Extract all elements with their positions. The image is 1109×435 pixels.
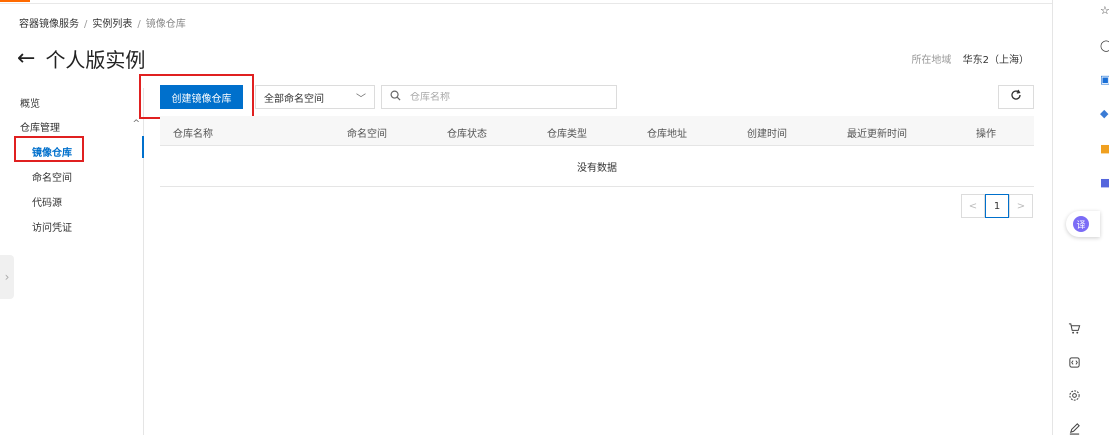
star-icon[interactable]: ☆ — [1100, 3, 1109, 17]
code-icon[interactable] — [1064, 352, 1084, 372]
breadcrumb-item[interactable]: 实例列表 — [92, 19, 132, 30]
pagination: < 1 > — [961, 194, 1033, 218]
sidebar-group-repo-mgmt[interactable]: 仓库管理 ^ — [20, 119, 140, 134]
back-arrow-icon[interactable]: ← — [17, 47, 35, 70]
app-icon[interactable]: ▣ — [1100, 72, 1109, 86]
table-empty-row: 没有数据 — [160, 146, 1034, 187]
sidebar: 概览 仓库管理 ^ 镜像仓库 命名空间 代码源 访问凭证 — [0, 88, 144, 435]
translate-button[interactable]: 译 — [1066, 211, 1100, 237]
page-header: ← 个人版实例 — [17, 44, 145, 73]
table-header: 仓库名称 命名空间 仓库状态 仓库类型 仓库地址 创建时间 最近更新时间 操作 — [160, 116, 1034, 146]
sidebar-item-namespace[interactable]: 命名空间 — [32, 169, 72, 184]
refresh-icon — [1010, 89, 1022, 105]
gear-icon[interactable] — [1064, 385, 1084, 405]
circle-icon[interactable]: ◯ — [1100, 38, 1109, 52]
empty-text: 没有数据 — [577, 162, 617, 174]
page-title: 个人版实例 — [45, 48, 146, 72]
next-page-button[interactable]: > — [1009, 194, 1033, 218]
region-label: 所在地域 — [911, 55, 952, 66]
edit-icon[interactable] — [1064, 418, 1084, 435]
column-header: 仓库状态 — [447, 129, 487, 140]
cart-icon[interactable] — [1064, 318, 1084, 338]
column-header: 最近更新时间 — [847, 129, 907, 140]
plugin-icon[interactable]: ◆ — [1100, 106, 1109, 120]
sidebar-item-label: 访问凭证 — [32, 223, 72, 234]
chevron-up-icon: ^ — [132, 119, 140, 129]
chevron-right-icon: > — [1016, 200, 1026, 212]
region-value: 华东2（上海） — [962, 55, 1029, 66]
column-header: 创建时间 — [747, 129, 787, 140]
chevron-right-icon: › — [4, 270, 10, 284]
sidebar-item-label: 命名空间 — [32, 173, 72, 184]
prev-page-button[interactable]: < — [961, 194, 985, 218]
search-input[interactable] — [410, 91, 590, 103]
search-box[interactable] — [381, 85, 617, 109]
translate-icon: 译 — [1073, 216, 1089, 232]
namespace-select-value: 全部命名空间 — [264, 93, 324, 105]
highlight-box — [14, 136, 84, 162]
chevron-left-icon: < — [968, 200, 978, 212]
breadcrumb-item[interactable]: 容器镜像服务 — [19, 19, 79, 30]
refresh-button[interactable] — [998, 85, 1034, 109]
column-header: 仓库类型 — [547, 129, 587, 140]
breadcrumb-current: 镜像仓库 — [145, 19, 186, 30]
highlight-box — [139, 74, 254, 119]
column-header: 操作 — [976, 129, 996, 140]
column-header: 仓库名称 — [173, 129, 213, 140]
top-border — [0, 0, 1052, 4]
brand-accent — [0, 0, 30, 2]
breadcrumb-separator: / — [84, 19, 88, 30]
region-info: 所在地域 华东2（上海） — [911, 51, 1029, 66]
sidebar-item-overview[interactable]: 概览 — [20, 95, 40, 110]
chevron-down-icon: ﹀ — [356, 93, 366, 105]
page-number-button[interactable]: 1 — [985, 194, 1009, 218]
bookmark-icon[interactable]: ■ — [1100, 141, 1109, 155]
breadcrumb-separator: / — [137, 19, 141, 30]
column-header: 仓库地址 — [647, 129, 687, 140]
repo-table: 仓库名称 命名空间 仓库状态 仓库类型 仓库地址 创建时间 最近更新时间 操作 … — [160, 116, 1034, 187]
sidebar-item-access-credential[interactable]: 访问凭证 — [32, 219, 72, 234]
search-icon — [390, 90, 401, 104]
sidebar-item-label: 代码源 — [32, 198, 62, 209]
page-number: 1 — [993, 200, 1001, 212]
column-header: 命名空间 — [347, 129, 387, 140]
extension-icon[interactable]: ■ — [1100, 175, 1109, 189]
sidebar-expand-handle[interactable]: › — [0, 255, 14, 299]
sidebar-item-code-source[interactable]: 代码源 — [32, 194, 62, 209]
breadcrumb: 容器镜像服务 / 实例列表 / 镜像仓库 — [19, 15, 186, 30]
sidebar-active-indicator — [142, 136, 144, 158]
sidebar-group-label: 仓库管理 — [20, 123, 60, 134]
namespace-select[interactable]: 全部命名空间 ﹀ — [255, 85, 375, 109]
sidebar-item-label: 概览 — [20, 99, 40, 110]
